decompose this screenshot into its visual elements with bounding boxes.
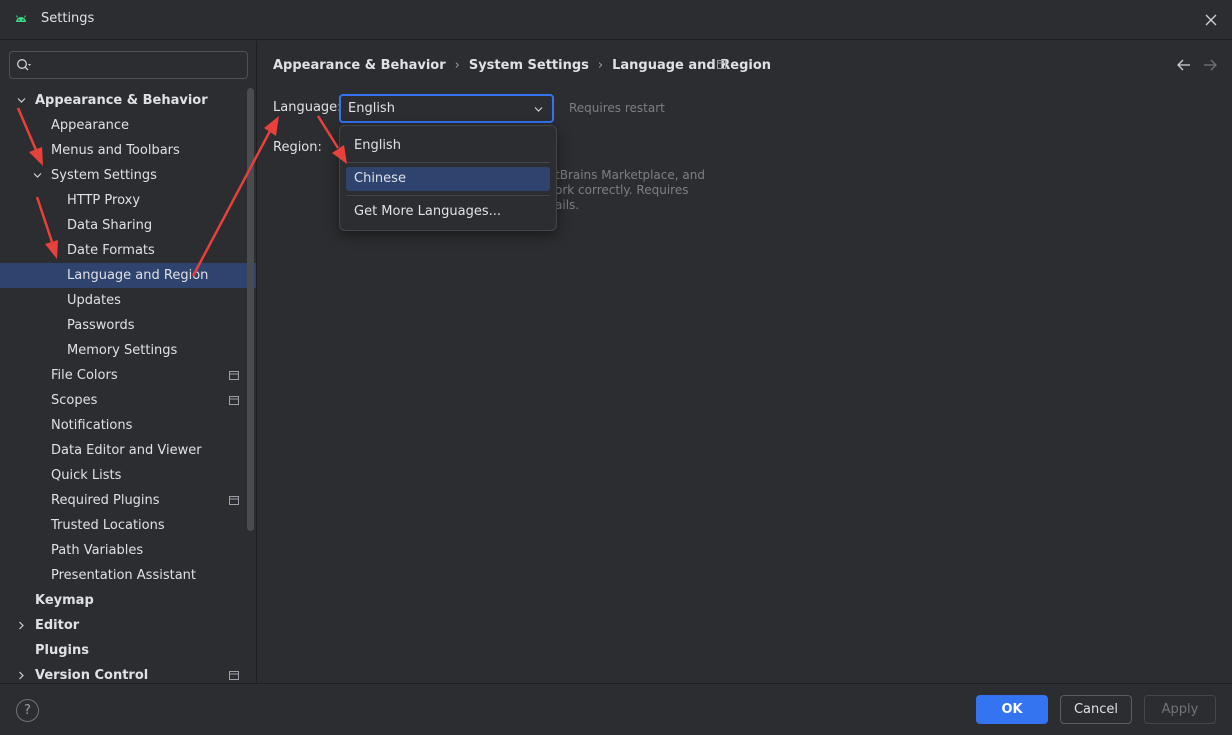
tree-item-version-control[interactable]: Version Control bbox=[0, 663, 256, 683]
tree-item-label: System Settings bbox=[51, 168, 157, 183]
tree-item-label: Language and Region bbox=[67, 268, 209, 283]
search-icon[interactable] bbox=[16, 58, 32, 74]
breadcrumb-separator: › bbox=[454, 57, 460, 73]
chevron-down-icon[interactable] bbox=[32, 170, 43, 181]
settings-sidebar: Appearance & Behavior Appearance Menus a… bbox=[0, 41, 257, 683]
tree-item-trusted-locations[interactable]: Trusted Locations bbox=[0, 513, 256, 538]
tree-item-label: Presentation Assistant bbox=[51, 568, 196, 583]
tree-item-notifications[interactable]: Notifications bbox=[0, 413, 256, 438]
project-level-icon bbox=[229, 496, 239, 505]
tree-item-label: Plugins bbox=[35, 643, 89, 658]
window-title: Settings bbox=[41, 11, 95, 26]
tree-item-label: Data Sharing bbox=[67, 218, 153, 233]
tree-item-required-plugins[interactable]: Required Plugins bbox=[0, 488, 256, 513]
language-select[interactable]: English bbox=[339, 94, 554, 123]
chevron-down-icon[interactable] bbox=[533, 104, 544, 115]
tree-item-label: HTTP Proxy bbox=[67, 193, 141, 208]
tree-item-file-colors[interactable]: File Colors bbox=[0, 363, 256, 388]
chevron-right-icon[interactable] bbox=[16, 620, 27, 631]
language-info-text: tBrains Marketplace, and ork correctly. … bbox=[555, 168, 705, 213]
tree-item-label: Menus and Toolbars bbox=[51, 143, 180, 158]
arrow-right-icon[interactable] bbox=[1202, 58, 1218, 72]
project-level-icon bbox=[229, 671, 239, 680]
tree-item-passwords[interactable]: Passwords bbox=[0, 313, 256, 338]
tree-item-quick-lists[interactable]: Quick Lists bbox=[0, 463, 256, 488]
android-icon bbox=[16, 15, 26, 22]
tree-item-label: Date Formats bbox=[67, 243, 155, 258]
tree-item-label: Updates bbox=[67, 293, 121, 308]
dropdown-separator bbox=[346, 162, 550, 163]
help-button[interactable]: ? bbox=[16, 699, 39, 722]
tree-item-label: Data Editor and Viewer bbox=[51, 443, 202, 458]
search-input[interactable] bbox=[38, 55, 243, 75]
tree-item-language-region[interactable]: Language and Region bbox=[0, 263, 256, 288]
tree-item-menus-toolbars[interactable]: Menus and Toolbars bbox=[0, 138, 256, 163]
requires-restart-note: Requires restart bbox=[569, 101, 665, 115]
tree-item-updates[interactable]: Updates bbox=[0, 288, 256, 313]
tree-item-label: Quick Lists bbox=[51, 468, 122, 483]
dialog-footer: ? OK Cancel Apply bbox=[0, 683, 1232, 735]
tree-item-label: Editor bbox=[35, 618, 80, 633]
breadcrumb-separator: › bbox=[597, 57, 604, 73]
tree-item-label: Appearance bbox=[51, 118, 130, 133]
breadcrumb-item[interactable]: Appearance & Behavior bbox=[273, 58, 446, 73]
chevron-right-icon[interactable] bbox=[16, 670, 27, 681]
cancel-button[interactable]: Cancel bbox=[1060, 695, 1132, 724]
tree-item-date-formats[interactable]: Date Formats bbox=[0, 238, 256, 263]
tree-item-http-proxy[interactable]: HTTP Proxy bbox=[0, 188, 256, 213]
info-line: ails. bbox=[555, 198, 580, 212]
close-icon[interactable] bbox=[1202, 11, 1220, 29]
title-bar: Settings bbox=[0, 0, 1232, 40]
breadcrumb: Appearance & Behavior › System Settings … bbox=[273, 56, 771, 74]
search-field[interactable] bbox=[9, 51, 248, 79]
dropdown-option-get-more-languages[interactable]: Get More Languages... bbox=[346, 200, 550, 224]
tree-item-data-editor-viewer[interactable]: Data Editor and Viewer bbox=[0, 438, 256, 463]
tree-item-label: Path Variables bbox=[51, 543, 144, 558]
tree-item-label: File Colors bbox=[51, 368, 118, 383]
tree-item-presentation-assistant[interactable]: Presentation Assistant bbox=[0, 563, 256, 588]
info-line: ork correctly. Requires bbox=[555, 183, 689, 197]
chevron-down-icon[interactable] bbox=[16, 95, 27, 106]
tree-item-label: Passwords bbox=[67, 318, 135, 333]
region-label: Region: bbox=[273, 140, 322, 155]
breadcrumb-item[interactable]: System Settings bbox=[469, 58, 589, 73]
tree-item-path-variables[interactable]: Path Variables bbox=[0, 538, 256, 563]
tree-item-scopes[interactable]: Scopes bbox=[0, 388, 256, 413]
info-line: tBrains Marketplace, and bbox=[555, 168, 705, 182]
project-level-icon bbox=[229, 396, 239, 405]
arrow-left-icon[interactable] bbox=[1176, 58, 1192, 72]
apply-button[interactable]: Apply bbox=[1144, 695, 1216, 724]
project-level-icon bbox=[229, 371, 239, 380]
tree-item-appearance-behavior[interactable]: Appearance & Behavior bbox=[0, 88, 256, 113]
tree-item-label: Required Plugins bbox=[51, 493, 160, 508]
dropdown-option-english[interactable]: English bbox=[346, 134, 550, 158]
tree-item-appearance[interactable]: Appearance bbox=[0, 113, 256, 138]
tree-item-label: Trusted Locations bbox=[51, 518, 165, 533]
tree-item-label: Appearance & Behavior bbox=[35, 93, 208, 108]
tree-item-keymap[interactable]: Keymap bbox=[0, 588, 256, 613]
tree-item-label: Keymap bbox=[35, 593, 94, 608]
language-dropdown-popup: English Chinese Get More Languages... bbox=[339, 125, 557, 231]
tree-item-data-sharing[interactable]: Data Sharing bbox=[0, 213, 256, 238]
language-label: Language: bbox=[273, 100, 342, 115]
tree-item-label: Scopes bbox=[51, 393, 98, 408]
project-level-icon bbox=[717, 60, 726, 69]
tree-item-label: Version Control bbox=[35, 668, 149, 683]
dropdown-separator bbox=[346, 195, 550, 196]
language-select-value: English bbox=[348, 101, 395, 116]
tree-item-editor[interactable]: Editor bbox=[0, 613, 256, 638]
tree-item-memory-settings[interactable]: Memory Settings bbox=[0, 338, 256, 363]
tree-item-label: Notifications bbox=[51, 418, 133, 433]
dropdown-option-chinese[interactable]: Chinese bbox=[346, 167, 550, 191]
settings-tree: Appearance & Behavior Appearance Menus a… bbox=[0, 88, 256, 683]
tree-item-plugins[interactable]: Plugins bbox=[0, 638, 256, 663]
breadcrumb-item: Language and Region bbox=[612, 57, 772, 73]
ok-button[interactable]: OK bbox=[976, 695, 1048, 724]
tree-item-label: Memory Settings bbox=[67, 343, 178, 358]
tree-item-system-settings[interactable]: System Settings bbox=[0, 163, 256, 188]
sidebar-scrollbar[interactable] bbox=[247, 88, 254, 531]
